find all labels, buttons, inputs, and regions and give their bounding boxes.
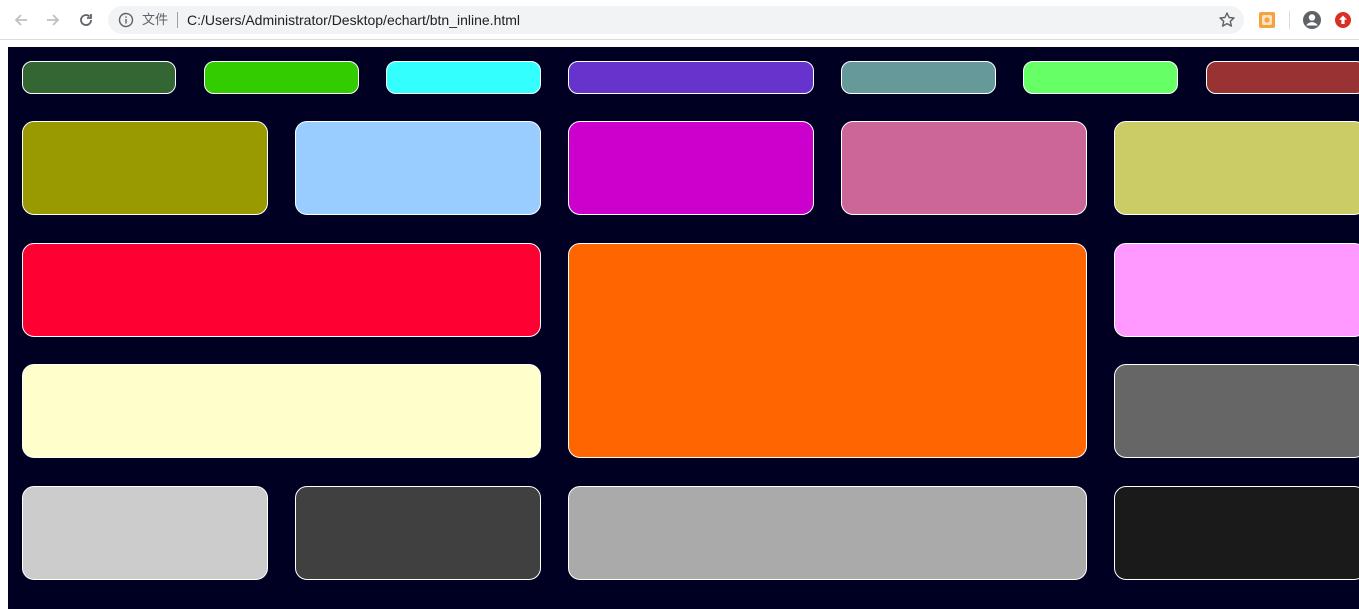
profile-icon[interactable] — [1302, 10, 1322, 30]
star-icon[interactable] — [1218, 11, 1236, 29]
forward-icon — [47, 14, 60, 26]
scheme-label: 文件 — [142, 12, 169, 27]
color-tile[interactable] — [1206, 61, 1359, 94]
color-tile[interactable] — [1114, 486, 1359, 580]
update-icon[interactable] — [1334, 11, 1352, 29]
color-tile[interactable] — [22, 61, 176, 94]
color-tile[interactable] — [22, 121, 268, 215]
color-tile[interactable] — [22, 243, 541, 337]
color-tile[interactable] — [568, 486, 1087, 580]
color-tile[interactable] — [568, 243, 1087, 458]
color-tile[interactable] — [1114, 364, 1359, 458]
color-tile[interactable] — [1114, 121, 1359, 215]
color-tile[interactable] — [295, 121, 541, 215]
reload-icon — [80, 14, 92, 26]
toolbar-separator — [1289, 11, 1290, 29]
url-text[interactable]: C:/Users/Administrator/Desktop/echart/bt… — [187, 11, 520, 29]
color-tile[interactable] — [22, 364, 541, 458]
color-tile[interactable] — [1023, 61, 1178, 94]
back-button[interactable] — [9, 8, 33, 32]
address-bar[interactable]: 文件 C:/Users/Administrator/Desktop/echart… — [108, 6, 1244, 34]
extension-icon[interactable] — [1258, 11, 1276, 29]
color-tile[interactable] — [841, 61, 996, 94]
info-icon[interactable] — [118, 12, 134, 28]
color-tile[interactable] — [204, 61, 359, 94]
omnibox-divider — [177, 12, 178, 28]
color-tile[interactable] — [841, 121, 1087, 215]
color-tile[interactable] — [295, 486, 541, 580]
back-icon — [14, 14, 27, 26]
color-tile[interactable] — [22, 486, 268, 580]
color-tile[interactable] — [568, 61, 814, 94]
forward-button[interactable] — [41, 8, 65, 32]
color-tile[interactable] — [1114, 243, 1359, 337]
color-tile[interactable] — [568, 121, 814, 215]
reload-button[interactable] — [74, 8, 98, 32]
browser-toolbar: 文件 C:/Users/Administrator/Desktop/echart… — [0, 0, 1359, 40]
page-viewport — [8, 47, 1359, 609]
color-tile[interactable] — [386, 61, 541, 94]
